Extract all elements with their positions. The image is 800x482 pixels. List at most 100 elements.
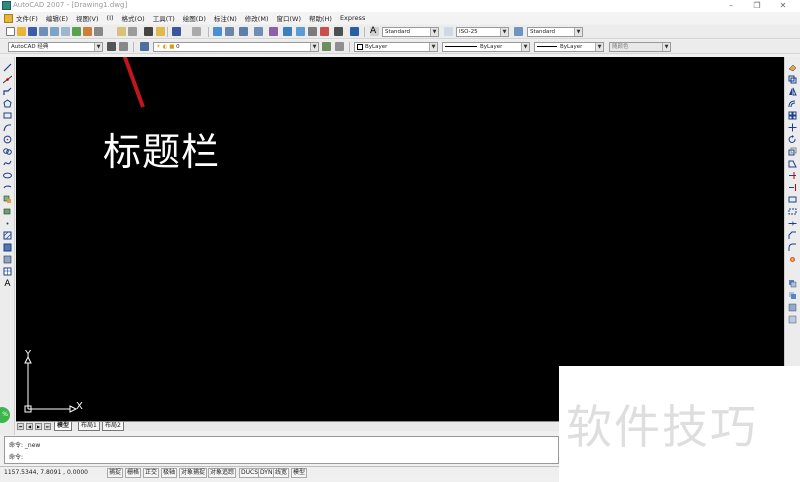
prev-tab-icon[interactable]: ◀: [26, 423, 33, 430]
new-file-icon[interactable]: [6, 27, 15, 36]
pan-icon[interactable]: [213, 27, 222, 36]
erase-icon[interactable]: [788, 63, 797, 72]
chevron-down-icon[interactable]: ▼: [430, 28, 438, 36]
break-at-point-icon[interactable]: [788, 195, 797, 204]
make-block-icon[interactable]: [3, 207, 12, 216]
line-icon[interactable]: [3, 63, 12, 72]
block-editor-icon[interactable]: [144, 27, 153, 36]
3d-dwf-icon[interactable]: [72, 27, 81, 36]
chevron-down-icon[interactable]: ▼: [521, 43, 529, 51]
tool-palettes-icon[interactable]: [296, 27, 305, 36]
menu-draw[interactable]: 绘图(D): [183, 13, 206, 23]
lineweight-toggle[interactable]: 线宽: [273, 468, 290, 478]
menu-insert[interactable]: (I): [107, 14, 114, 22]
plot-style-combo[interactable]: 随颜色 ▼: [609, 42, 671, 52]
snap-toggle[interactable]: 捕捉: [107, 468, 124, 478]
fillet-icon[interactable]: [788, 243, 797, 252]
circle-icon[interactable]: [3, 135, 12, 144]
layer-manager-icon[interactable]: [140, 42, 149, 51]
menu-help[interactable]: 帮助(H): [309, 13, 332, 23]
open-file-icon[interactable]: [17, 27, 26, 36]
layer-combo[interactable]: ☀ ◐ ■ 0 ▼: [153, 42, 319, 52]
dyn-toggle[interactable]: DYN: [258, 468, 275, 478]
quickcalc-icon[interactable]: [334, 27, 343, 36]
workspace-settings-icon[interactable]: [107, 42, 116, 51]
draw-order-icon[interactable]: [788, 279, 797, 288]
rotate-icon[interactable]: [788, 135, 797, 144]
design-center-icon[interactable]: [283, 27, 292, 36]
mirror-icon[interactable]: [788, 87, 797, 96]
minimize-icon[interactable]: –: [718, 0, 744, 12]
polyline-icon[interactable]: [3, 87, 12, 96]
insert-block-icon[interactable]: [3, 195, 12, 204]
brush-icon[interactable]: [156, 27, 165, 36]
osnap-toggle[interactable]: 对象捕捉: [179, 468, 208, 478]
restore-icon[interactable]: ❐: [744, 0, 770, 12]
next-tab-icon[interactable]: ▶: [35, 423, 42, 430]
menu-view[interactable]: 视图(V): [76, 13, 99, 23]
print-icon[interactable]: [39, 27, 48, 36]
menu-format[interactable]: 格式(O): [122, 13, 145, 23]
tab-layout1[interactable]: 布局1: [78, 422, 100, 431]
hatch-icon[interactable]: [3, 231, 12, 240]
construction-line-icon[interactable]: [3, 75, 12, 84]
chevron-down-icon[interactable]: ▼: [429, 43, 437, 51]
layer-previous-icon[interactable]: [335, 42, 344, 51]
extend-icon[interactable]: [788, 183, 797, 192]
ortho-toggle[interactable]: 正交: [143, 468, 160, 478]
table-icon[interactable]: [3, 267, 12, 276]
move-icon[interactable]: [788, 123, 797, 132]
command-prompt[interactable]: 命令:: [9, 452, 23, 461]
properties-icon[interactable]: [269, 27, 278, 36]
menu-dimension[interactable]: 标注(N): [214, 13, 237, 23]
last-tab-icon[interactable]: ⏭: [44, 423, 51, 430]
stretch-icon[interactable]: [788, 159, 797, 168]
zoom-window-icon[interactable]: [239, 27, 248, 36]
chevron-down-icon[interactable]: ▼: [94, 43, 102, 51]
plot-preview-icon[interactable]: [50, 27, 59, 36]
region-icon[interactable]: [3, 255, 12, 264]
send-to-back-icon[interactable]: [788, 303, 797, 312]
break-icon[interactable]: [788, 207, 797, 216]
menu-edit[interactable]: 编辑(E): [46, 13, 68, 23]
text-style-combo[interactable]: Standard ▼: [382, 27, 439, 37]
revision-cloud-icon[interactable]: [3, 147, 12, 156]
make-current-layer-icon[interactable]: [322, 42, 331, 51]
offset-icon[interactable]: [788, 99, 797, 108]
model-toggle[interactable]: 模型: [291, 468, 308, 478]
menu-window[interactable]: 窗口(W): [276, 13, 301, 23]
ducs-toggle[interactable]: DUCS: [239, 468, 261, 478]
rectangle-icon[interactable]: [3, 111, 12, 120]
menu-modify[interactable]: 修改(M): [245, 13, 269, 23]
dim-style-combo[interactable]: ISO-25 ▼: [456, 27, 509, 37]
tab-layout2[interactable]: 布局2: [102, 422, 124, 431]
arc-icon[interactable]: [3, 123, 12, 132]
undo-icon[interactable]: [172, 27, 181, 36]
point-icon[interactable]: [3, 219, 12, 228]
menu-file[interactable]: 文件(F): [16, 13, 38, 23]
linetype-combo[interactable]: ByLayer ▼: [442, 42, 530, 52]
command-line[interactable]: 命令: _new 命令:: [4, 436, 559, 464]
ellipse-arc-icon[interactable]: [3, 183, 12, 192]
grid-toggle[interactable]: 栅格: [125, 468, 142, 478]
color-combo[interactable]: ByLayer ▼: [354, 42, 438, 52]
workspace-combo[interactable]: AutoCAD 经典 ▼: [8, 42, 103, 52]
autocad-app-icon[interactable]: [2, 1, 11, 10]
paste-icon[interactable]: [117, 27, 126, 36]
otrack-toggle[interactable]: 对象追踪: [208, 468, 237, 478]
close-icon[interactable]: ✕: [770, 0, 796, 12]
chevron-down-icon[interactable]: ▼: [500, 28, 508, 36]
polygon-icon[interactable]: [3, 99, 12, 108]
bring-above-icon[interactable]: [788, 315, 797, 324]
trim-icon[interactable]: [788, 171, 797, 180]
publish-icon[interactable]: [61, 27, 70, 36]
chevron-down-icon[interactable]: ▼: [662, 43, 670, 51]
scale-icon[interactable]: [788, 147, 797, 156]
first-tab-icon[interactable]: ⏮: [17, 423, 24, 430]
lineweight-combo[interactable]: ByLayer ▼: [534, 42, 604, 52]
help-icon[interactable]: [350, 27, 359, 36]
zoom-previous-icon[interactable]: [254, 27, 263, 36]
multiline-text-icon[interactable]: A: [3, 280, 12, 289]
cut-icon[interactable]: [83, 27, 92, 36]
markup-icon[interactable]: [320, 27, 329, 36]
